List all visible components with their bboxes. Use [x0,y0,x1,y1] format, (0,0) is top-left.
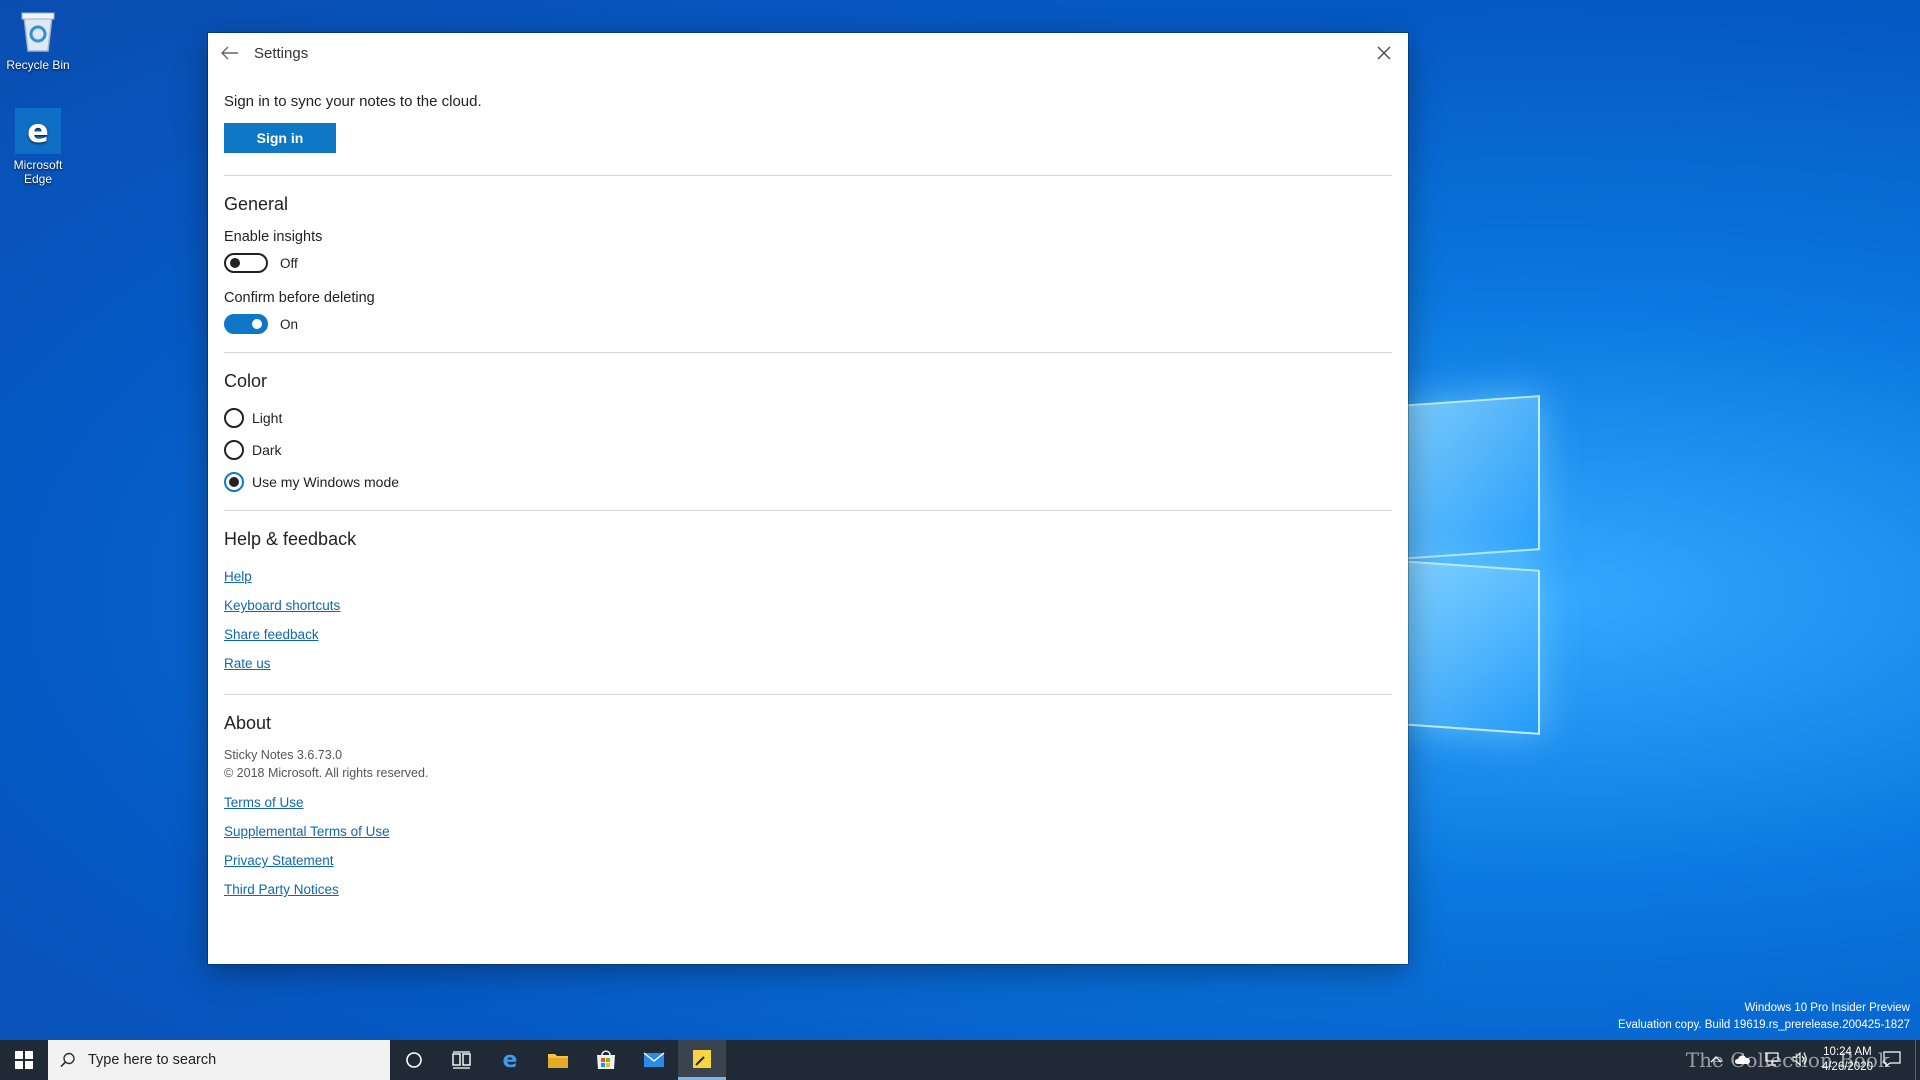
mail-icon [643,1052,665,1067]
start-button[interactable] [0,1040,48,1080]
color-option-windows-mode[interactable]: Use my Windows mode [224,466,1392,498]
search-placeholder: Type here to search [88,1052,217,1068]
sticky-notes-icon [693,1049,711,1068]
color-option-dark[interactable]: Dark [224,434,1392,466]
general-section: General Enable insights Off Confirm befo… [224,194,1392,334]
close-button[interactable] [1368,37,1400,69]
enable-insights-row: Off [224,253,1392,273]
title-bar: Settings [208,33,1408,73]
color-heading: Color [224,371,268,391]
sticky-notes-button[interactable] [678,1040,726,1080]
sync-description: Sign in to sync your notes to the cloud. [224,93,482,110]
light-radio[interactable] [224,408,244,428]
mail-button[interactable] [630,1040,678,1080]
svg-text:e: e [503,1049,518,1071]
folder-icon [548,1054,568,1068]
privacy-statement-link[interactable]: Privacy Statement [224,846,1392,875]
keyboard-shortcuts-link[interactable]: Keyboard shortcuts [224,591,1392,620]
recycle-bin-desktop-icon[interactable]: Recycle Bin [0,8,76,72]
recycle-bin-label: Recycle Bin [6,58,70,72]
enable-insights-toggle[interactable] [224,253,268,273]
about-section: About Sticky Notes 3.6.73.0 © 2018 Micro… [224,713,1392,904]
enable-insights-state: Off [280,255,298,271]
color-section: Color Light Dark Use my Windows mode [224,371,1392,498]
windows-wallpaper-logo [1400,380,1550,740]
cortana-button[interactable] [390,1040,438,1080]
divider [224,352,1392,353]
confirm-delete-label: Confirm before deleting [224,290,375,306]
help-heading: Help & feedback [224,529,357,549]
edge-icon: e [15,108,61,154]
dark-radio[interactable] [224,440,244,460]
back-button[interactable] [210,33,250,73]
enable-insights-label: Enable insights [224,229,323,245]
sign-in-button[interactable]: Sign in [224,123,336,153]
windows-mode-label: Use my Windows mode [252,474,400,490]
rate-us-link[interactable]: Rate us [224,649,1392,678]
evaluation-watermark: Windows 10 Pro Insider Preview Evaluatio… [1618,1000,1910,1034]
settings-window: Settings Sign in to sync your notes to t… [208,33,1408,964]
help-section: Help & feedback Help Keyboard shortcuts … [224,529,1392,678]
window-title: Settings [254,44,309,62]
cortana-icon [406,1052,422,1068]
divider [224,510,1392,511]
edge-icon: e [503,1049,518,1071]
svg-text:e: e [27,112,49,150]
confirm-delete-row: On [224,314,1392,334]
watermark-line-2: Evaluation copy. Build 19619.rs_prerelea… [1618,1019,1910,1031]
third-party-notices-link[interactable]: Third Party Notices [224,875,1392,904]
windows-start-icon [15,1051,33,1069]
taskbar: Type here to search e 10:24 AM 4/26/2020… [0,1040,1920,1080]
recycle-bin-icon [15,8,61,54]
windows-mode-radio[interactable] [224,472,244,492]
divider [224,175,1392,176]
task-view-icon [452,1051,471,1069]
help-link[interactable]: Help [224,562,1392,591]
collection-book-watermark: The Collection Book [1685,1048,1890,1072]
close-icon [1377,46,1391,60]
store-button[interactable] [582,1040,630,1080]
copyright-text: © 2018 Microsoft. All rights reserved. [224,766,429,780]
color-option-light[interactable]: Light [224,402,1392,434]
supplemental-terms-link[interactable]: Supplemental Terms of Use [224,817,1392,846]
store-icon [597,1050,615,1069]
light-label: Light [252,410,283,426]
file-explorer-button[interactable] [534,1040,582,1080]
divider [224,694,1392,695]
general-heading: General [224,194,289,214]
share-feedback-link[interactable]: Share feedback [224,620,1392,649]
task-view-button[interactable] [438,1040,486,1080]
show-desktop-button[interactable] [1915,1040,1920,1080]
about-heading: About [224,713,272,733]
taskbar-search-box[interactable]: Type here to search [48,1040,390,1080]
confirm-delete-toggle[interactable] [224,314,268,334]
edge-desktop-shortcut[interactable]: e Microsoft Edge [0,108,76,186]
version-text: Sticky Notes 3.6.73.0 [224,748,343,762]
confirm-delete-state: On [280,316,299,332]
dark-label: Dark [252,442,282,458]
search-icon [60,1052,75,1068]
sign-in-section: Sign in to sync your notes to the cloud.… [224,93,1392,153]
edge-label: Microsoft Edge [13,158,63,186]
edge-taskbar-button[interactable]: e [486,1040,534,1080]
back-arrow-icon [221,46,238,60]
terms-of-use-link[interactable]: Terms of Use [224,788,1392,817]
watermark-line-1: Windows 10 Pro Insider Preview [1744,1002,1910,1014]
